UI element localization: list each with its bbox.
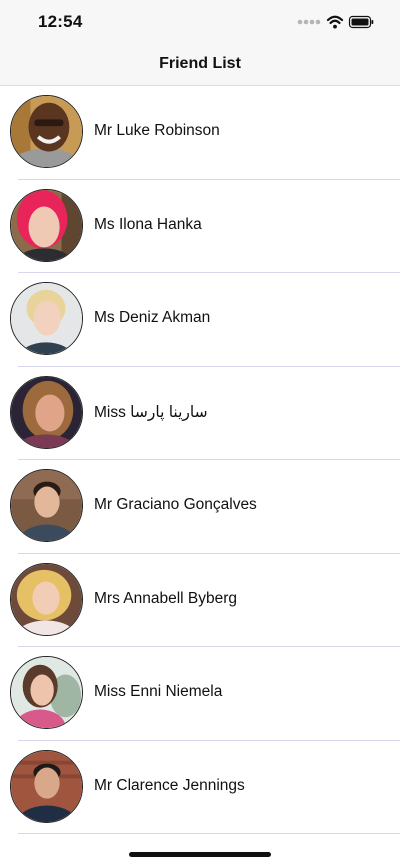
- avatar-photo: [10, 562, 83, 636]
- avatar-photo: [10, 188, 83, 262]
- avatar-photo: [10, 749, 83, 823]
- battery-icon: [348, 15, 374, 29]
- friend-name: Mr Graciano Gonçalves: [94, 496, 257, 513]
- friend-row[interactable]: Miss Enni Niemela: [0, 647, 400, 741]
- friend-name: Mr Luke Robinson: [94, 122, 220, 139]
- friend-row[interactable]: Ms Ilona Hanka: [0, 179, 400, 273]
- avatar-photo: [10, 375, 83, 449]
- friend-name: Miss سارینا پارسا: [94, 403, 208, 421]
- page-title: Friend List: [159, 55, 241, 72]
- signal-dots-icon: [297, 19, 321, 25]
- friend-name: Mrs Annabell Byberg: [94, 589, 238, 607]
- friend-name: Miss Enni Niemela: [94, 683, 223, 700]
- friend-name: Ms Ilona Hanka: [94, 215, 202, 233]
- home-indicator[interactable]: [129, 852, 271, 857]
- friend-list-screen: 12:54 Friend List Mr Luke Robinson Ms Il…: [0, 0, 400, 865]
- friend-name: Mr Clarence Jennings: [94, 776, 245, 794]
- friend-list: Mr Luke Robinson Ms Ilona Hanka Ms Deniz…: [0, 86, 400, 834]
- friend-row[interactable]: Miss سارینا پارسا: [0, 366, 400, 460]
- row-separator: [18, 833, 400, 834]
- friend-row[interactable]: Ms Deniz Akman: [0, 273, 400, 367]
- friend-row[interactable]: Mrs Annabell Byberg: [0, 553, 400, 647]
- status-time: 12:54: [38, 12, 83, 31]
- friend-row[interactable]: Mr Clarence Jennings: [0, 740, 400, 834]
- status-bar: 12:54: [0, 0, 400, 44]
- avatar-photo: [10, 469, 83, 542]
- avatar-photo: [10, 656, 83, 729]
- friend-name: Ms Deniz Akman: [94, 309, 211, 326]
- wifi-icon: [326, 15, 344, 29]
- avatar-photo: [10, 95, 83, 168]
- friend-row[interactable]: Mr Graciano Gonçalves: [0, 460, 400, 554]
- navigation-bar: Friend List: [0, 44, 400, 86]
- friend-row[interactable]: Mr Luke Robinson: [0, 86, 400, 180]
- status-icons: [294, 14, 374, 30]
- avatar-photo: [10, 282, 83, 355]
